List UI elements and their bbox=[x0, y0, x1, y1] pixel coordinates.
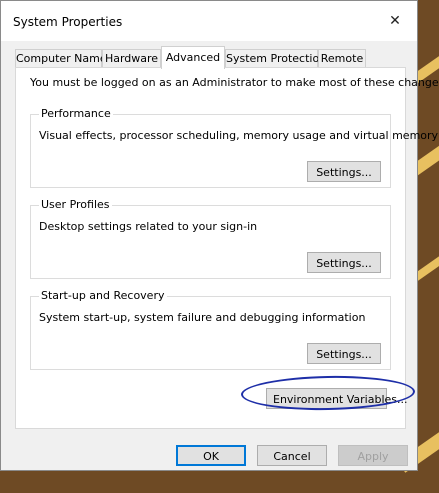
tab-computer-name[interactable]: Computer Name bbox=[15, 49, 107, 68]
title-bar: System Properties ✕ bbox=[1, 1, 417, 41]
user-profiles-description: Desktop settings related to your sign-in bbox=[39, 220, 258, 233]
performance-title: Performance bbox=[39, 107, 113, 120]
ok-button[interactable]: OK bbox=[176, 445, 246, 466]
user-profiles-title: User Profiles bbox=[39, 198, 112, 211]
performance-group: Performance Visual effects, processor sc… bbox=[30, 107, 438, 188]
tab-advanced[interactable]: Advanced bbox=[161, 46, 225, 69]
advanced-tab-panel: You must be logged on as an Administrato… bbox=[15, 67, 439, 429]
user-profiles-group: User Profiles Desktop settings related t… bbox=[30, 198, 391, 279]
apply-button[interactable]: Apply bbox=[338, 445, 408, 466]
performance-description: Visual effects, processor scheduling, me… bbox=[39, 129, 439, 142]
user-profiles-settings-button[interactable]: Settings... bbox=[307, 252, 381, 273]
startup-recovery-settings-button[interactable]: Settings... bbox=[307, 343, 381, 364]
startup-recovery-description: System start-up, system failure and debu… bbox=[39, 311, 366, 324]
window-title: System Properties bbox=[13, 15, 123, 29]
performance-settings-button[interactable]: Settings... bbox=[307, 161, 381, 182]
tab-system-protection[interactable]: System Protection bbox=[225, 49, 326, 68]
tab-remote[interactable]: Remote bbox=[318, 49, 366, 68]
cancel-button[interactable]: Cancel bbox=[257, 445, 327, 466]
admin-notice: You must be logged on as an Administrato… bbox=[30, 76, 439, 89]
startup-recovery-title: Start-up and Recovery bbox=[39, 289, 167, 302]
tab-hardware[interactable]: Hardware bbox=[102, 49, 161, 68]
startup-recovery-group: Start-up and Recovery System start-up, s… bbox=[30, 289, 391, 370]
close-button[interactable]: ✕ bbox=[373, 1, 417, 41]
